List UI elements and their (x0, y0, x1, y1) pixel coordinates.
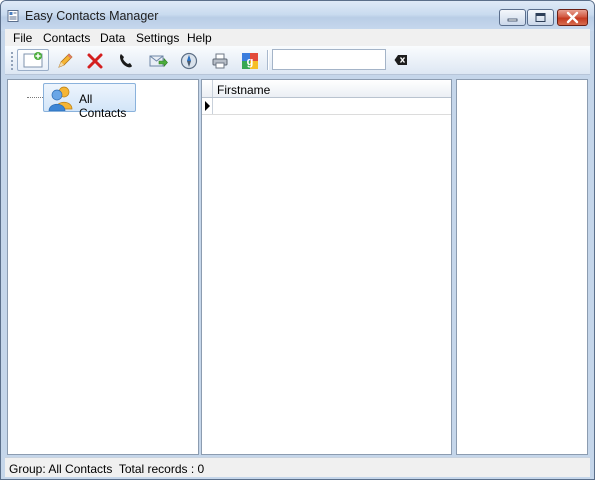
clear-search-button[interactable] (394, 54, 408, 66)
printer-icon (212, 53, 228, 69)
delete-contact-button[interactable] (85, 51, 105, 71)
row-header-corner (202, 80, 213, 97)
google-icon: g (242, 53, 258, 69)
column-header-firstname[interactable]: Firstname (217, 83, 270, 97)
map-button[interactable] (179, 51, 199, 71)
edit-contact-button[interactable] (55, 51, 75, 71)
maximize-button[interactable] (527, 9, 554, 26)
status-bar: Group: All Contacts Total records : 0 (5, 457, 590, 477)
close-button[interactable] (557, 9, 588, 26)
menu-file[interactable]: File (13, 31, 32, 45)
menu-data[interactable]: Data (100, 31, 125, 45)
menu-bar: File Contacts Data Settings Help (5, 29, 590, 46)
tree-node-all-contacts[interactable]: All Contacts (43, 83, 136, 120)
group-tree-pane[interactable]: All Contacts (7, 79, 199, 455)
red-x-icon (87, 53, 103, 69)
call-button[interactable] (116, 51, 136, 71)
close-icon (566, 11, 579, 24)
new-contact-icon (23, 52, 43, 68)
minimize-button[interactable] (499, 9, 526, 26)
title-bar[interactable]: Easy Contacts Manager (1, 1, 594, 31)
grid-header: Firstname (202, 80, 451, 98)
current-row-indicator (202, 98, 213, 114)
row-arrow-icon (205, 101, 210, 111)
grid-new-row[interactable] (202, 98, 451, 115)
print-button[interactable] (210, 51, 230, 71)
backspace-icon (394, 55, 407, 65)
compass-icon (180, 52, 198, 70)
app-window: Easy Contacts Manager File Contacts Data… (0, 0, 595, 480)
new-contact-button[interactable] (17, 49, 49, 71)
tree-node-label: All Contacts (79, 92, 127, 120)
contacts-group-icon (47, 85, 75, 112)
toolbar-separator (267, 50, 268, 70)
menu-contacts[interactable]: Contacts (43, 31, 90, 45)
status-text: Group: All Contacts Total records : 0 (9, 462, 205, 476)
menu-settings[interactable]: Settings (136, 31, 179, 45)
pencil-icon (58, 53, 73, 68)
app-icon (7, 10, 19, 22)
maximize-icon (535, 13, 546, 22)
search-input[interactable] (272, 49, 386, 70)
toolbar-grip[interactable] (11, 51, 13, 70)
window-title: Easy Contacts Manager (25, 9, 159, 23)
svg-text:g: g (247, 56, 254, 68)
google-sync-button[interactable]: g (240, 51, 260, 71)
send-email-button[interactable] (148, 51, 168, 71)
phone-icon (120, 54, 132, 68)
minimize-icon (507, 18, 518, 22)
toolbar: g (5, 46, 590, 75)
menu-help[interactable]: Help (187, 31, 212, 45)
contact-detail-pane (456, 79, 588, 455)
email-send-icon (149, 55, 168, 68)
contacts-grid[interactable]: Firstname (201, 79, 452, 455)
